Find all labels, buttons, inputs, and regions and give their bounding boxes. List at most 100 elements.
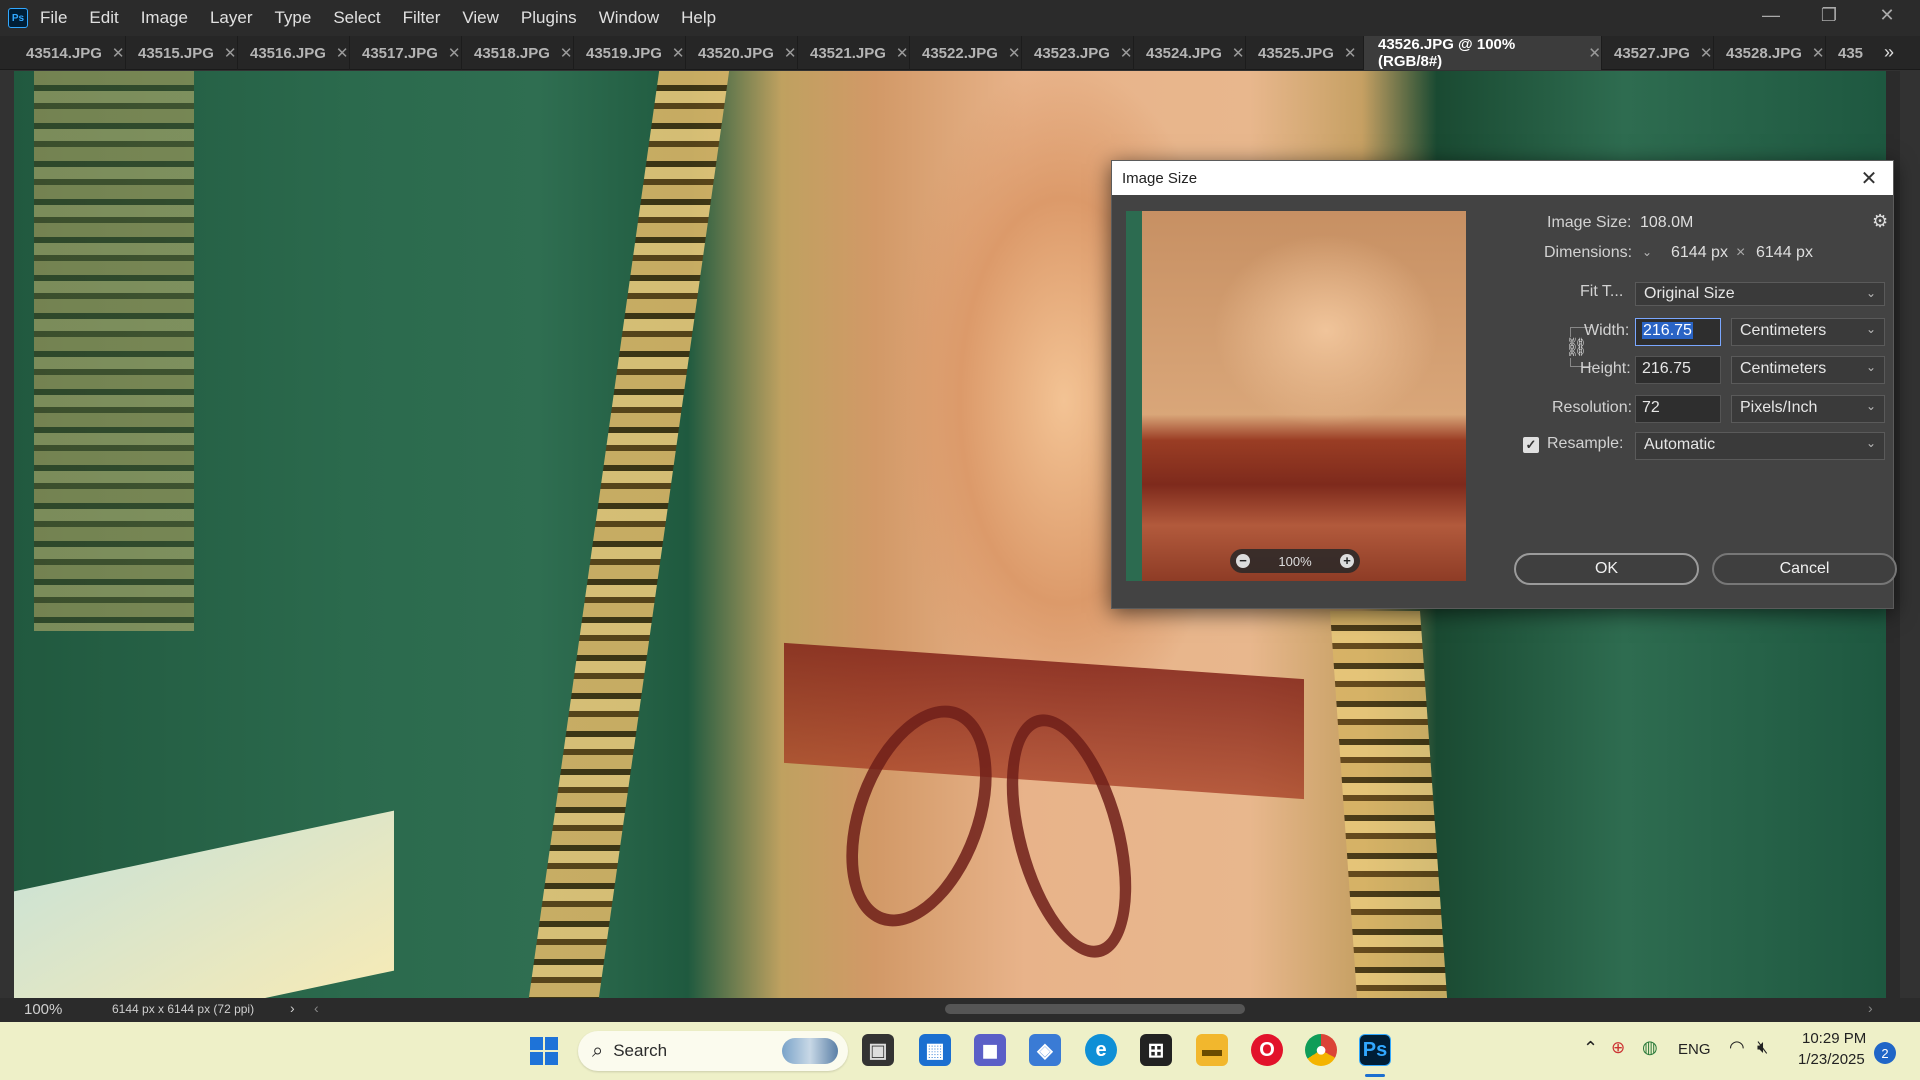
tab-label: 43526.JPG @ 100% (RGB/8#) xyxy=(1378,36,1516,70)
dialog-title-bar[interactable]: Image Size xyxy=(1112,161,1893,195)
microsoft-store-icon[interactable]: ⊞ xyxy=(1140,1034,1172,1066)
tab-43520[interactable]: 43520.JPG ✕ xyxy=(686,36,798,70)
close-icon[interactable]: ✕ xyxy=(1588,44,1601,62)
window-close-icon[interactable]: ✕ xyxy=(1864,0,1910,30)
menu-image[interactable]: Image xyxy=(141,8,188,28)
task-view-icon[interactable]: ▣ xyxy=(862,1034,894,1066)
close-icon[interactable]: ✕ xyxy=(1232,44,1245,62)
menu-view[interactable]: View xyxy=(462,8,499,28)
tab-43515[interactable]: 43515.JPG ✕ xyxy=(126,36,238,70)
tab-43514[interactable]: 43514.JPG ✕ xyxy=(14,36,126,70)
width-input[interactable]: 216.75 xyxy=(1635,318,1721,346)
close-icon[interactable]: ✕ xyxy=(560,44,573,62)
resolution-unit-dropdown[interactable]: Pixels/Inch ⌄ xyxy=(1731,395,1885,423)
menu-type[interactable]: Type xyxy=(274,8,311,28)
close-icon[interactable]: ✕ xyxy=(336,44,349,62)
tab-43522[interactable]: 43522.JPG ✕ xyxy=(910,36,1022,70)
widgets-icon[interactable]: ▦ xyxy=(919,1034,951,1066)
menu-plugins[interactable]: Plugins xyxy=(521,8,577,28)
menu-select[interactable]: Select xyxy=(333,8,380,28)
zoom-level[interactable]: 100% xyxy=(24,1001,62,1018)
zoom-out-icon[interactable]: − xyxy=(1236,554,1250,568)
file-explorer-icon[interactable]: ▬ xyxy=(1196,1034,1228,1066)
teams-chat-icon[interactable]: ◼ xyxy=(974,1034,1006,1066)
double-chevron-right-icon[interactable]: » xyxy=(1884,42,1894,63)
scroll-right-icon[interactable]: › xyxy=(1868,1000,1873,1016)
edge-browser-icon[interactable]: e xyxy=(1085,1034,1117,1066)
height-input[interactable]: 216.75 xyxy=(1635,356,1721,384)
gear-icon[interactable]: ⚙ xyxy=(1872,211,1888,232)
scroll-left-icon[interactable]: ‹ xyxy=(314,1000,319,1016)
tab-43528[interactable]: 43528.JPG ✕ xyxy=(1714,36,1826,70)
close-icon[interactable]: ✕ xyxy=(1344,44,1357,62)
close-icon[interactable]: ✕ xyxy=(448,44,461,62)
chrome-browser-icon[interactable]: ● xyxy=(1305,1034,1337,1066)
restore-icon[interactable]: ❐ xyxy=(1806,0,1852,30)
menu-window[interactable]: Window xyxy=(599,8,659,28)
fit-to-dropdown[interactable]: Original Size ⌄ xyxy=(1635,282,1885,306)
tab-label: 43521.JPG xyxy=(810,44,886,62)
tab-43516[interactable]: 43516.JPG ✕ xyxy=(238,36,350,70)
close-icon[interactable]: ✕ xyxy=(1120,44,1133,62)
wifi-icon[interactable]: ◠ xyxy=(1729,1037,1745,1058)
close-icon[interactable]: ✕ xyxy=(1008,44,1021,62)
close-icon[interactable]: ✕ xyxy=(1812,44,1825,62)
cancel-button[interactable]: Cancel xyxy=(1712,553,1897,585)
close-icon[interactable]: ✕ xyxy=(672,44,685,62)
tab-43527[interactable]: 43527.JPG ✕ xyxy=(1602,36,1714,70)
preview-zoom-control: − 100% + xyxy=(1230,549,1360,573)
close-icon[interactable]: ✕ xyxy=(1853,165,1885,191)
gold-trim-right xyxy=(1330,611,1448,998)
vpn-icon[interactable]: ⊕ xyxy=(1611,1038,1625,1058)
tab-43523[interactable]: 43523.JPG ✕ xyxy=(1022,36,1134,70)
taskbar-search[interactable]: ⌕ Search xyxy=(578,1031,848,1071)
chevron-down-icon[interactable]: ⌄ xyxy=(1642,245,1652,259)
opera-browser-icon[interactable]: O xyxy=(1251,1034,1283,1066)
language-indicator[interactable]: ENG xyxy=(1678,1041,1711,1058)
photoshop-taskbar-icon[interactable]: Ps xyxy=(1359,1034,1391,1066)
close-icon[interactable]: ✕ xyxy=(896,44,909,62)
copilot-icon[interactable]: ◈ xyxy=(1029,1034,1061,1066)
image-size-label: Image Size: xyxy=(1547,214,1632,231)
menu-filter[interactable]: Filter xyxy=(403,8,441,28)
tab-label: 43520.JPG xyxy=(698,44,774,62)
tab-43518[interactable]: 43518.JPG ✕ xyxy=(462,36,574,70)
menu-edit[interactable]: Edit xyxy=(89,8,118,28)
tab-label: 43516.JPG xyxy=(250,44,326,62)
notification-badge[interactable]: 2 xyxy=(1874,1042,1896,1064)
close-icon[interactable]: ✕ xyxy=(784,44,797,62)
chevron-up-icon[interactable]: ⌃ xyxy=(1583,1038,1598,1059)
tab-43519[interactable]: 43519.JPG ✕ xyxy=(574,36,686,70)
menu-help[interactable]: Help xyxy=(681,8,716,28)
tab-43525[interactable]: 43525.JPG ✕ xyxy=(1246,36,1364,70)
close-icon[interactable]: ✕ xyxy=(224,44,237,62)
resample-dropdown[interactable]: Automatic ⌄ xyxy=(1635,432,1885,460)
windows-start-icon[interactable] xyxy=(530,1037,558,1065)
horizontal-scroll-thumb[interactable] xyxy=(945,1004,1245,1014)
clock-time[interactable]: 10:29 PM xyxy=(1802,1030,1866,1047)
image-preview[interactable]: − 100% + xyxy=(1126,211,1466,581)
minimize-icon[interactable]: — xyxy=(1748,0,1794,30)
menu-layer[interactable]: Layer xyxy=(210,8,253,28)
tab-43526-active[interactable]: 43526.JPG @ 100% (RGB/8#) ✕ xyxy=(1364,36,1602,70)
width-unit-dropdown[interactable]: Centimeters ⌄ xyxy=(1731,318,1885,346)
height-unit-dropdown[interactable]: Centimeters ⌄ xyxy=(1731,356,1885,384)
menu-file[interactable]: File xyxy=(40,8,67,28)
ok-button[interactable]: OK xyxy=(1514,553,1699,585)
dimension-separator: × xyxy=(1736,244,1746,261)
tab-43524[interactable]: 43524.JPG ✕ xyxy=(1134,36,1246,70)
tab-435-truncated[interactable]: 435 xyxy=(1826,36,1882,70)
network-globe-icon[interactable]: ◍ xyxy=(1642,1037,1658,1058)
close-icon[interactable]: ✕ xyxy=(1700,44,1713,62)
clock-date[interactable]: 1/23/2025 xyxy=(1798,1051,1865,1068)
chevron-down-icon: ⌄ xyxy=(1865,399,1876,413)
resample-checkbox[interactable]: ✓ xyxy=(1523,437,1539,453)
close-icon[interactable]: ✕ xyxy=(112,44,125,62)
resolution-input[interactable]: 72 xyxy=(1635,395,1721,423)
tab-43521[interactable]: 43521.JPG ✕ xyxy=(798,36,910,70)
zoom-in-icon[interactable]: + xyxy=(1340,554,1354,568)
speaker-muted-icon[interactable]: 🔇︎ xyxy=(1757,1037,1768,1058)
tab-43517[interactable]: 43517.JPG ✕ xyxy=(350,36,462,70)
chevron-right-icon[interactable]: › xyxy=(290,1000,295,1016)
link-chain-icon[interactable]: ⛓ xyxy=(1565,337,1588,358)
